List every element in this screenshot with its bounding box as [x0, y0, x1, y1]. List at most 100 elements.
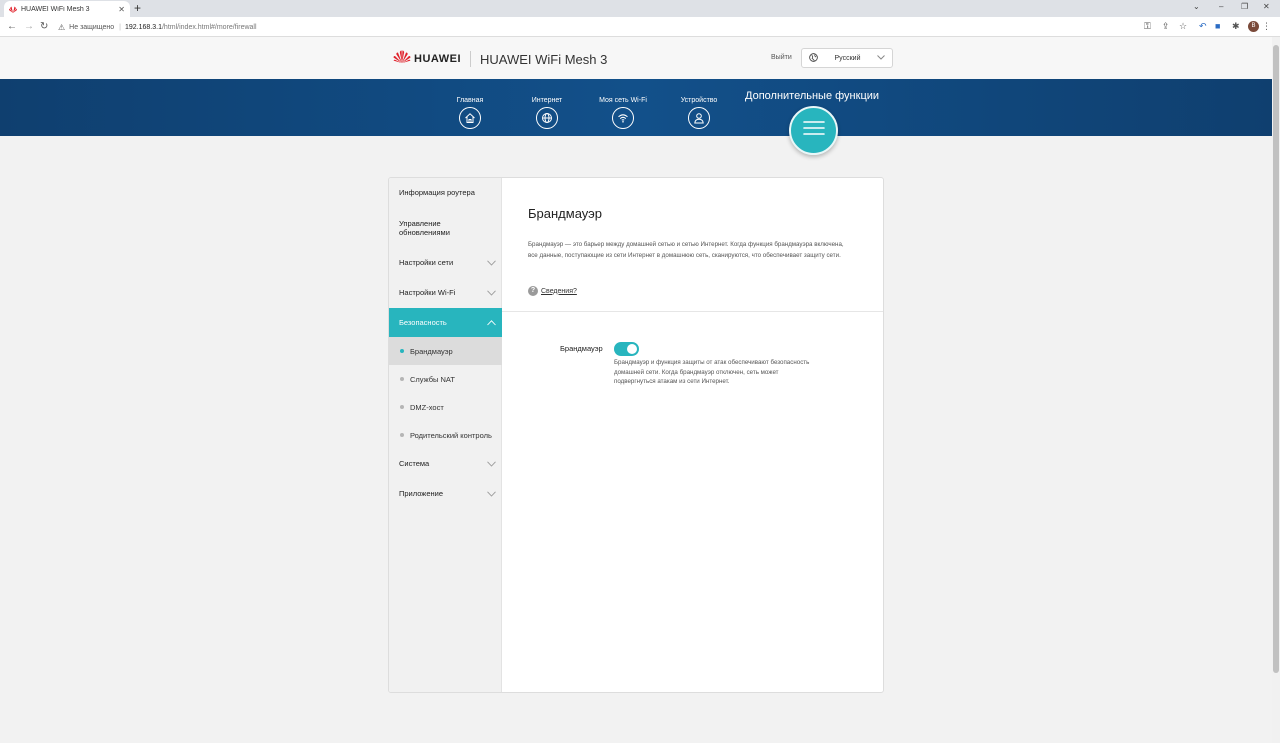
nav-home[interactable]: Главная	[430, 97, 510, 129]
sidebar-item-security[interactable]: Безопасность	[389, 308, 502, 337]
logo-divider	[470, 51, 471, 67]
menu-icon	[802, 120, 825, 141]
nav-device-label: Устройство	[680, 97, 718, 104]
home-icon	[459, 107, 481, 129]
nav-internet-label: Интернет	[531, 97, 563, 104]
forward-icon[interactable]: →	[24, 21, 34, 33]
page-scrollbar[interactable]	[1272, 37, 1280, 743]
firewall-hint: Брандмауэр и функция защиты от атак обес…	[614, 359, 810, 385]
new-tab-button[interactable]: +	[134, 1, 141, 16]
sidebar-subitem-label: DMZ-хост	[410, 402, 444, 412]
sidebar-subitem-nat[interactable]: Службы NAT	[389, 365, 502, 393]
browser-tab-title: HUAWEI WiFi Mesh 3	[21, 5, 90, 13]
chevron-down-icon	[487, 491, 496, 497]
sidebar-item-system[interactable]: Система	[389, 449, 502, 479]
close-window-icon[interactable]: ✕	[1263, 2, 1270, 11]
sidebar-item-label: Настройки Wi-Fi	[399, 288, 456, 298]
sidebar-item-label: Настройки сети	[399, 258, 454, 268]
sidebar-subitem-firewall[interactable]: Брандмауэр	[389, 337, 502, 365]
chevron-down-icon[interactable]: ⌄	[1193, 2, 1200, 11]
bullet-icon	[400, 377, 404, 381]
share-icon[interactable]: ⇪	[1162, 21, 1170, 32]
chevron-down-icon	[487, 461, 496, 467]
extension-undo-icon[interactable]: ↶	[1199, 21, 1207, 32]
user-icon	[688, 107, 710, 129]
page-header: HUAWEI HUAWEI WiFi Mesh 3 Выйти Русский	[0, 37, 1272, 79]
logout-link[interactable]: Выйти	[771, 54, 792, 61]
sidebar-item-router-info[interactable]: Информация роутера	[389, 178, 502, 208]
question-icon: ?	[528, 286, 538, 296]
chevron-down-icon	[487, 290, 496, 296]
warning-icon: ⚠	[58, 22, 66, 32]
not-secure-label: Не защищено	[69, 23, 115, 31]
language-value: Русский	[834, 54, 861, 62]
sidebar: Информация роутера Управление обновления…	[389, 178, 502, 692]
globe-icon	[536, 107, 558, 129]
toggle-knob	[627, 344, 637, 354]
sidebar-item-label: Информация роутера	[399, 188, 475, 198]
back-icon[interactable]: ←	[7, 21, 17, 33]
url-path: /html/index.html#/more/firewall	[161, 23, 257, 31]
sidebar-item-wifi-settings[interactable]: Настройки Wi-Fi	[389, 278, 502, 308]
huawei-logo[interactable]: HUAWEI HUAWEI WiFi Mesh 3	[393, 50, 607, 68]
sidebar-subitem-label: Брандмауэр	[410, 346, 453, 356]
huawei-favicon-icon	[9, 6, 17, 13]
more-menu-icon[interactable]: ⋮	[1262, 21, 1271, 32]
browser-address-bar: ← → ↻ ⚠ Не защищено | 192.168.3.1 /html/…	[0, 17, 1280, 37]
sidebar-subitem-dmz[interactable]: DMZ-хост	[389, 393, 502, 421]
nav-device[interactable]: Устройство	[659, 97, 739, 129]
sidebar-item-label: Приложение	[399, 489, 443, 499]
wifi-icon	[612, 107, 634, 129]
close-tab-icon[interactable]: ✕	[118, 5, 125, 14]
product-name: HUAWEI WiFi Mesh 3	[480, 51, 608, 67]
nav-wifi-label: Моя сеть Wi-Fi	[599, 97, 647, 104]
url-field[interactable]: ⚠ Не защищено | 192.168.3.1 /html/index.…	[58, 20, 1198, 34]
huawei-flower-icon	[393, 50, 411, 68]
globe-icon	[809, 52, 818, 64]
nav-wifi[interactable]: Моя сеть Wi-Fi	[583, 97, 663, 129]
nav-home-label: Главная	[456, 97, 484, 104]
sidebar-item-label: Система	[399, 459, 430, 469]
sidebar-item-label: Безопасность	[399, 317, 447, 327]
nav-advanced-button[interactable]	[789, 106, 838, 155]
star-icon[interactable]: ☆	[1179, 21, 1187, 32]
sidebar-subitem-label: Родительский контроль	[410, 430, 492, 440]
firewall-toggle[interactable]	[614, 342, 639, 356]
main-nav: Главная Интернет Моя сеть Wi-Fi Устройст…	[0, 79, 1272, 136]
brand-name: HUAWEI	[414, 53, 461, 65]
chevron-down-icon	[877, 54, 885, 62]
sidebar-item-label: Управление обновлениями	[399, 218, 450, 238]
sidebar-subitem-label: Службы NAT	[410, 374, 455, 384]
settings-card: Информация роутера Управление обновления…	[388, 177, 884, 693]
sidebar-subitem-parental-control[interactable]: Родительский контроль	[389, 421, 502, 449]
profile-avatar[interactable]: В	[1248, 21, 1259, 32]
page-title: Брандмауэр	[528, 206, 602, 221]
puzzle-icon[interactable]: ✱	[1232, 21, 1240, 32]
key-icon[interactable]: ⚿	[1144, 21, 1151, 32]
url-host: 192.168.3.1	[125, 23, 162, 31]
nav-advanced-label[interactable]: Дополнительные функции	[745, 90, 879, 102]
firewall-label: Брандмауэр	[560, 344, 603, 353]
minimize-icon[interactable]: –	[1219, 2, 1223, 11]
language-select[interactable]: Русский	[801, 48, 893, 68]
chevron-down-icon	[487, 260, 496, 266]
browser-tab[interactable]: HUAWEI WiFi Mesh 3 ✕	[4, 1, 130, 17]
browser-tab-bar: HUAWEI WiFi Mesh 3 ✕ + ⌄ – ❐ ✕	[0, 0, 1280, 17]
sidebar-item-applications[interactable]: Приложение	[389, 479, 502, 509]
scrollbar-thumb[interactable]	[1273, 45, 1279, 673]
bullet-icon	[400, 349, 404, 353]
bullet-icon	[400, 405, 404, 409]
chevron-up-icon	[487, 319, 496, 325]
extension-icon[interactable]: ■	[1215, 21, 1220, 32]
help-link-label: Сведения?	[541, 287, 577, 295]
content-panel: Брандмауэр Брандмауэр — это барьер между…	[502, 178, 883, 692]
section-divider	[502, 311, 883, 312]
restore-icon[interactable]: ❐	[1241, 2, 1248, 11]
nav-internet[interactable]: Интернет	[507, 97, 587, 129]
reload-icon[interactable]: ↻	[40, 21, 48, 33]
page-description: Брандмауэр — это барьер между домашней с…	[528, 241, 844, 259]
help-link[interactable]: ? Сведения?	[528, 286, 577, 296]
sidebar-item-update-management[interactable]: Управление обновлениями	[389, 208, 502, 248]
sidebar-item-network-settings[interactable]: Настройки сети	[389, 248, 502, 278]
url-separator: |	[119, 23, 121, 31]
